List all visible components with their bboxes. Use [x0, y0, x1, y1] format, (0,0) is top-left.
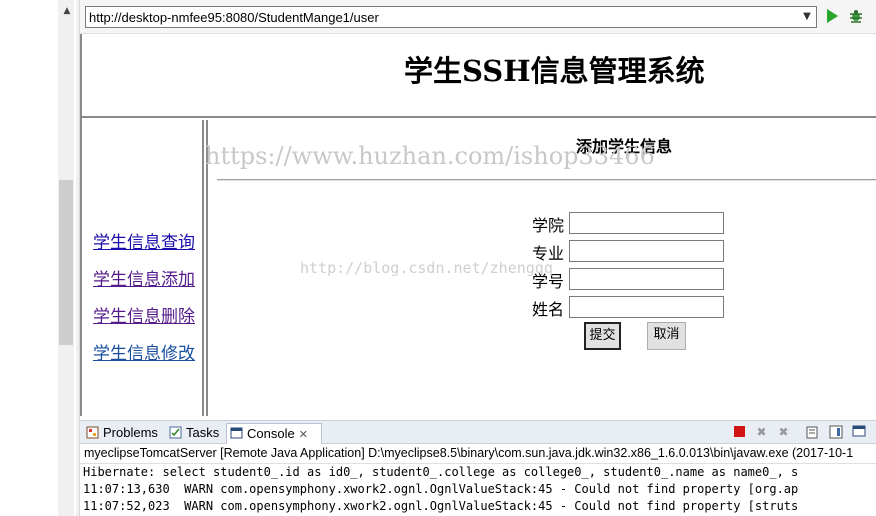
cancel-button[interactable]: 取消 [647, 322, 686, 350]
college-label: 学院 [532, 216, 565, 235]
student-id-input[interactable] [569, 268, 724, 290]
url-text[interactable]: http://desktop-nmfee95:8080/StudentMange… [89, 10, 379, 25]
console-process-label: myeclipseTomcatServer [Remote Java Appli… [80, 444, 876, 464]
main-frame: 添加学生信息 学院 专业 学号 姓名 提交 取消 [206, 120, 876, 416]
major-label: 专业 [532, 244, 565, 263]
name-label: 姓名 [532, 300, 565, 319]
tab-tasks[interactable]: Tasks [166, 423, 224, 444]
nav-link-delete[interactable]: 学生信息删除 [93, 302, 195, 327]
major-input[interactable] [569, 240, 724, 262]
student-id-label: 学号 [532, 272, 565, 291]
scroll-lock-icon[interactable] [828, 425, 843, 440]
display-console-icon[interactable] [851, 425, 866, 440]
console-tab-bar: Problems Tasks Console ✕ ✖ ✖ [80, 420, 876, 444]
ide-window: ▲ http://desktop-nmfee95:8080/StudentMan… [0, 0, 876, 516]
url-input[interactable]: http://desktop-nmfee95:8080/StudentMange… [85, 6, 817, 28]
college-input[interactable] [569, 212, 724, 234]
close-icon[interactable]: ✕ [299, 429, 308, 441]
problems-icon [86, 426, 99, 439]
page-title: 学生SSH信息管理系统 [404, 54, 705, 88]
nav-frame: 学生信息查询 学生信息添加 学生信息删除 学生信息修改 [82, 120, 204, 416]
nav-link-edit[interactable]: 学生信息修改 [93, 339, 195, 364]
scroll-up-icon[interactable]: ▲ [60, 4, 74, 18]
left-panel [0, 0, 58, 516]
nav-link-add[interactable]: 学生信息添加 [93, 265, 195, 290]
vertical-scrollbar-thumb[interactable] [59, 180, 73, 345]
header-frame: 学生SSH信息管理系统 [82, 34, 876, 118]
console-line: 11:07:52,023 WARN com.opensymphony.xwork… [83, 499, 799, 513]
terminate-icon[interactable] [732, 425, 747, 440]
tab-problems[interactable]: Problems [83, 423, 163, 444]
console-output[interactable]: Hibernate: select student0_.id as id0_, … [80, 464, 876, 516]
clear-console-icon[interactable] [805, 425, 820, 440]
browser-content: 学生SSH信息管理系统 学生信息查询 学生信息添加 学生信息删除 学生信息修改 … [80, 34, 876, 416]
play-icon[interactable] [827, 9, 838, 23]
console-line: Hibernate: select student0_.id as id0_, … [83, 465, 799, 479]
console-line: 11:07:13,630 WARN com.opensymphony.xwork… [83, 482, 799, 496]
tab-console[interactable]: Console ✕ [226, 423, 322, 444]
nav-link-query[interactable]: 学生信息查询 [93, 228, 195, 253]
submit-button[interactable]: 提交 [584, 322, 621, 350]
console-icon [230, 427, 243, 439]
chevron-down-icon[interactable]: ▼ [798, 7, 816, 27]
remove-launch-icon[interactable]: ✖ [754, 425, 769, 440]
divider [217, 179, 876, 181]
form-title: 添加学生信息 [576, 137, 673, 156]
browser-toolbar: http://desktop-nmfee95:8080/StudentMange… [80, 0, 876, 34]
tab-label: Problems [103, 425, 158, 440]
name-input[interactable] [569, 296, 724, 318]
tasks-icon [169, 426, 182, 439]
bug-icon[interactable] [848, 8, 864, 24]
tab-label: Console [247, 426, 295, 441]
tab-label: Tasks [186, 425, 220, 440]
remove-all-icon[interactable]: ✖ [776, 425, 791, 440]
